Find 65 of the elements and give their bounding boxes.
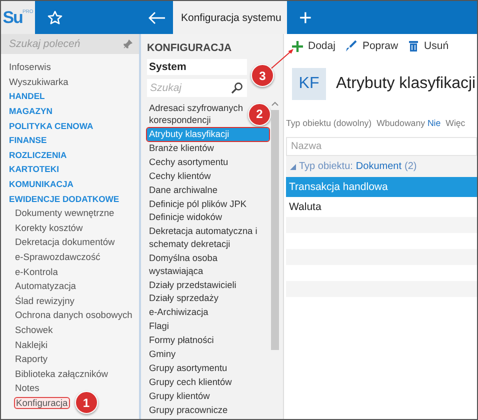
list-item[interactable]: Grupy cech klientów [147, 375, 269, 390]
nav-item[interactable]: Biblioteka załączników [15, 368, 108, 379]
list-item[interactable]: Gminy [147, 348, 269, 362]
add-button[interactable]: Dodaj [292, 40, 336, 52]
brush-icon [345, 40, 358, 52]
back-arrow-icon[interactable] [148, 10, 166, 24]
filter-chip[interactable]: Typ obiektu (dowolny) [284, 118, 374, 128]
list-item[interactable]: Działy sprzedaży [147, 292, 269, 306]
list-item[interactable]: Dane archiwalne [147, 183, 269, 197]
collapse-icon [290, 164, 296, 170]
search-bar[interactable]: Szukaj poleceń [1, 34, 139, 54]
edit-button[interactable]: Popraw [345, 40, 398, 52]
plus-icon [292, 40, 303, 52]
filter-chip[interactable]: Wbudowany Nie [374, 118, 443, 128]
table-row[interactable]: Waluta [286, 197, 477, 217]
nav-item[interactable]: Korekty kosztów [15, 222, 83, 233]
list-item[interactable]: Adresaci szyfrowanych korespondencji [147, 101, 248, 128]
star-icon[interactable] [47, 10, 63, 26]
nav-item[interactable]: Wyszukiwarka [9, 76, 68, 87]
list-item[interactable]: Domyślna osoba wystawiająca [147, 251, 269, 278]
chevron-up-icon[interactable] [271, 101, 279, 106]
nav-item[interactable]: Naklejki [15, 340, 48, 350]
nav-item[interactable]: Ochrona danych osobowych [15, 310, 132, 320]
nav-item[interactable]: e-Kontrola [15, 266, 58, 277]
callout-badge: 1 [74, 391, 98, 414]
new-tab-button[interactable]: + [295, 6, 316, 28]
delete-button[interactable]: Usuń [408, 40, 449, 52]
trash-icon [408, 40, 420, 52]
logo: Su$^{PRO}$ [1, 1, 35, 34]
list-item[interactable]: Grupy klientów [147, 389, 269, 403]
nav-item[interactable]: Automatyzacja [15, 281, 76, 292]
dropdown[interactable]: System [147, 59, 247, 75]
list-item[interactable]: Dekretacja automatyczna i schematy dekretacji [147, 224, 269, 252]
nav-item[interactable]: Infoserwis [9, 62, 51, 72]
list-item[interactable]: Cechy asortymentu [147, 155, 269, 170]
panel-title: KONFIGURACJA [146, 41, 233, 56]
nav-item[interactable]: Ślad rewizyjny [15, 296, 74, 306]
group-row[interactable]: Typ obiektu: Dokument (2) [286, 156, 477, 177]
nav-item[interactable]: Dokumenty wewnętrzne [15, 208, 114, 218]
search-bar[interactable]: Szukaj [147, 79, 247, 97]
nav-item[interactable]: Dekretacja dokumentów [15, 237, 115, 248]
search-icon[interactable] [231, 82, 243, 94]
list-item[interactable]: Branże klientów [147, 142, 269, 156]
scrollbar-thumb[interactable] [271, 110, 279, 350]
page-title: Atrybuty klasyfikacji [336, 75, 476, 93]
list-item[interactable]: Grupy asortymentu [147, 361, 269, 376]
tab[interactable]: Konfiguracja systemu [173, 1, 287, 34]
nav-item[interactable]: Konfiguracja [15, 398, 69, 408]
list-item[interactable]: Definicje pól plików JPK [147, 197, 269, 211]
nav-item[interactable]: Schowek [15, 324, 53, 335]
pin-icon[interactable] [123, 39, 133, 49]
list-item[interactable]: Definicje widoków [147, 210, 269, 225]
module-badge: KF [292, 68, 326, 100]
nav-item[interactable]: Raporty [15, 354, 48, 364]
filter-chip[interactable]: Więc [444, 118, 468, 128]
nav-item[interactable]: Notes [15, 383, 40, 394]
search-field[interactable]: Szukaj poleceń [9, 38, 123, 50]
list-item[interactable]: e-Archiwizacja [147, 306, 269, 320]
list-item[interactable]: Działy przedstawicieli [147, 278, 269, 292]
list-item[interactable]: Cechy klientów [147, 169, 269, 184]
list-item[interactable]: Flagi [147, 320, 269, 334]
nav-item[interactable]: e-Sprawozdawczość [15, 252, 100, 262]
list-item[interactable]: Grupy pracownicze [147, 403, 269, 417]
list-item[interactable]: Formy płatności [147, 334, 269, 348]
callout-badge: 2 [248, 102, 271, 126]
